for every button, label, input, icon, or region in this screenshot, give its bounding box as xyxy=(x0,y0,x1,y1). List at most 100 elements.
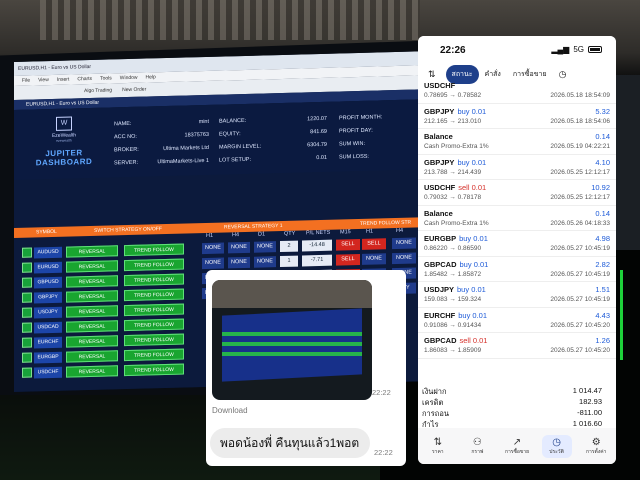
trend-follow-toggle[interactable]: TREND FOLLOW xyxy=(124,288,184,302)
deal-symbol: EURGBP buy 0.01 xyxy=(424,234,488,243)
deal-symbol: GBPJPY buy 0.01 xyxy=(424,158,486,167)
chat-photo[interactable] xyxy=(212,280,372,400)
deal-item[interactable]: GBPJPY buy 0.01 212.165 → 213.010 5.32 2026.… xyxy=(418,104,616,129)
trend-follow-toggle[interactable]: TREND FOLLOW xyxy=(124,318,184,332)
deal-symbol: USDCHF xyxy=(424,81,455,90)
menu-item-tools[interactable]: Tools xyxy=(100,75,112,81)
summary-row: เครดิต 182.93 xyxy=(418,396,616,407)
nav-history[interactable]: ◷ ประวัติ xyxy=(541,434,572,458)
deal-time: 2026.05.27 10:45:19 xyxy=(550,245,610,252)
photo-stripe xyxy=(222,332,362,336)
nav-settings[interactable]: ⚙ การตั้งค่า xyxy=(581,437,611,456)
history-icon: ◷ xyxy=(552,436,561,448)
deal-side: buy 0.01 xyxy=(457,285,486,294)
symbol-cell: EURUSD xyxy=(34,261,62,274)
reversal-toggle[interactable]: REVERSAL xyxy=(66,290,118,303)
reversal-toggle[interactable]: REVERSAL xyxy=(66,350,118,363)
cell-d1: NONE xyxy=(254,241,276,253)
row-checkbox[interactable] xyxy=(22,322,32,333)
trend-follow-toggle[interactable]: TREND FOLLOW xyxy=(124,258,184,272)
bottom-nav: ⇅ ราคา ⚇ กราฟ ↗ การซื้อขาย ◷ ประวัติ ⚙ การตั้งค่า xyxy=(418,428,616,464)
row-checkbox[interactable] xyxy=(22,367,32,378)
cell-t4: NONE xyxy=(392,252,416,265)
info-label: BROKER: xyxy=(114,146,139,154)
symbol-cell: AUDUSD xyxy=(34,246,62,259)
reversal-toggle[interactable]: REVERSAL xyxy=(66,245,118,258)
trend-follow-toggle[interactable]: TREND FOLLOW xyxy=(124,348,184,362)
trend-follow-toggle[interactable]: TREND FOLLOW xyxy=(124,303,184,317)
chart-icon: ⚇ xyxy=(472,436,482,448)
deal-item[interactable]: GBPJPY buy 0.01 213.788 → 214.439 4.10 2026.… xyxy=(418,155,616,180)
battery-icon xyxy=(588,46,602,53)
deal-item[interactable]: EURGBP buy 0.01 0.86220 → 0.86590 4.98 2026.… xyxy=(418,231,616,257)
row-checkbox[interactable] xyxy=(22,307,32,318)
deal-prices: 1.86083 → 1.85909 xyxy=(424,347,482,354)
symbol-cell: USDJPY xyxy=(34,306,62,319)
deal-time: 2026.05.26 04:18:33 xyxy=(550,219,610,227)
deal-item[interactable]: GBPCAD buy 0.01 1.85482 → 1.85872 2.82 2026.… xyxy=(418,257,616,282)
cell-h4: NONE xyxy=(228,256,250,269)
row-checkbox[interactable] xyxy=(22,247,32,258)
nav-trade[interactable]: ↗ การซื้อขาย xyxy=(502,437,532,456)
deal-side: sell 0.01 xyxy=(458,183,487,192)
trend-follow-toggle[interactable]: TREND FOLLOW xyxy=(124,363,184,377)
menu-item-charts[interactable]: Charts xyxy=(77,76,92,82)
reversal-toggle[interactable]: REVERSAL xyxy=(66,260,118,273)
algo-trading-button[interactable]: Algo Trading xyxy=(84,87,112,94)
reversal-toggle[interactable]: REVERSAL xyxy=(66,305,118,318)
nav-quotes[interactable]: ⇅ ราคา xyxy=(423,437,453,456)
menu-item-help[interactable]: Help xyxy=(146,74,156,80)
row-checkbox[interactable] xyxy=(22,262,32,273)
menu-item-view[interactable]: View xyxy=(38,77,49,83)
cell-h1: NONE xyxy=(202,257,224,270)
column-header: H1 xyxy=(366,228,374,235)
new-order-button[interactable]: New Order xyxy=(122,87,146,94)
deal-item[interactable]: GBPCAD sell 0.01 1.86083 → 1.85909 1.26 2026… xyxy=(418,333,616,359)
dashboard-header: W EzeWealth ezewealth JUPITER DASHBOARD … xyxy=(14,99,424,180)
info-row: SUM LOSS: xyxy=(339,152,419,161)
row-checkbox[interactable] xyxy=(22,352,32,363)
reversal-toggle[interactable]: REVERSAL xyxy=(66,320,118,333)
row-checkbox[interactable] xyxy=(22,337,32,348)
menu-item-window[interactable]: Window xyxy=(120,75,138,81)
summary-value: 1 014.47 xyxy=(572,386,602,395)
deal-item[interactable]: USDCHF 0.78695 → 0.78582 2026.05.18 18:54:… xyxy=(418,78,616,104)
trade-icon: ↗ xyxy=(512,436,522,448)
trend-follow-toggle[interactable]: TREND FOLLOW xyxy=(124,243,184,257)
deal-prices: 0.78695 → 0.78582 xyxy=(424,92,482,99)
deal-item[interactable]: USDCHF sell 0.01 0.79032 → 0.78178 10.92 202… xyxy=(418,180,616,206)
info-row: EQUITY: 841.69 xyxy=(219,129,327,138)
menu-item-insert[interactable]: Insert xyxy=(57,77,70,83)
info-label: EQUITY: xyxy=(219,131,241,138)
deal-time: 2026.05.27 10:45:20 xyxy=(550,321,610,329)
deal-symbol-name: EURCHF xyxy=(424,310,456,320)
deal-time: 2026.05.27 10:45:19 xyxy=(550,270,610,278)
reversal-toggle[interactable]: REVERSAL xyxy=(66,335,118,348)
deal-item[interactable]: EURCHF buy 0.01 0.91086 → 0.91434 4.43 2026.… xyxy=(418,308,616,333)
trend-follow-toggle[interactable]: TREND FOLLOW xyxy=(124,333,184,347)
nav-chart[interactable]: ⚇ กราฟ xyxy=(462,437,492,456)
photo-stripe xyxy=(222,352,362,356)
trend-follow-toggle[interactable]: TREND FOLLOW xyxy=(124,273,184,287)
deal-item[interactable]: USDJPY buy 0.01 159.083 → 159.324 1.51 2026.… xyxy=(418,282,616,308)
menu-item-file[interactable]: File xyxy=(22,78,30,84)
download-link[interactable]: Download xyxy=(212,406,248,415)
deal-item[interactable]: Balance Cash Promo-Extra 1% 0.14 2026.05.26… xyxy=(418,206,616,231)
settings-icon: ⚙ xyxy=(591,436,601,448)
nav-label: ราคา xyxy=(431,448,444,455)
switch-header: SWITCH STRATEGY ON/OFF xyxy=(94,226,162,234)
reversal-toggle[interactable]: REVERSAL xyxy=(66,275,118,288)
deal-profit: 0.14 xyxy=(595,132,610,141)
info-label: SERVER: xyxy=(114,159,139,167)
nav-label: กราฟ xyxy=(471,448,484,455)
deal-symbol: GBPCAD buy 0.01 xyxy=(424,260,488,269)
cell-qty: 2 xyxy=(280,240,298,253)
nav-label: ประวัติ xyxy=(549,448,564,455)
deal-item[interactable]: Balance Cash Promo-Extra 1% 0.14 2026.05.19… xyxy=(418,129,616,155)
deal-symbol: USDCHF sell 0.01 xyxy=(424,183,486,192)
reversal-toggle[interactable]: REVERSAL xyxy=(66,365,118,378)
deal-symbol: GBPJPY buy 0.01 xyxy=(424,107,486,116)
row-checkbox[interactable] xyxy=(22,277,32,288)
row-checkbox[interactable] xyxy=(22,292,32,303)
status-time: 22:26 xyxy=(440,45,466,56)
